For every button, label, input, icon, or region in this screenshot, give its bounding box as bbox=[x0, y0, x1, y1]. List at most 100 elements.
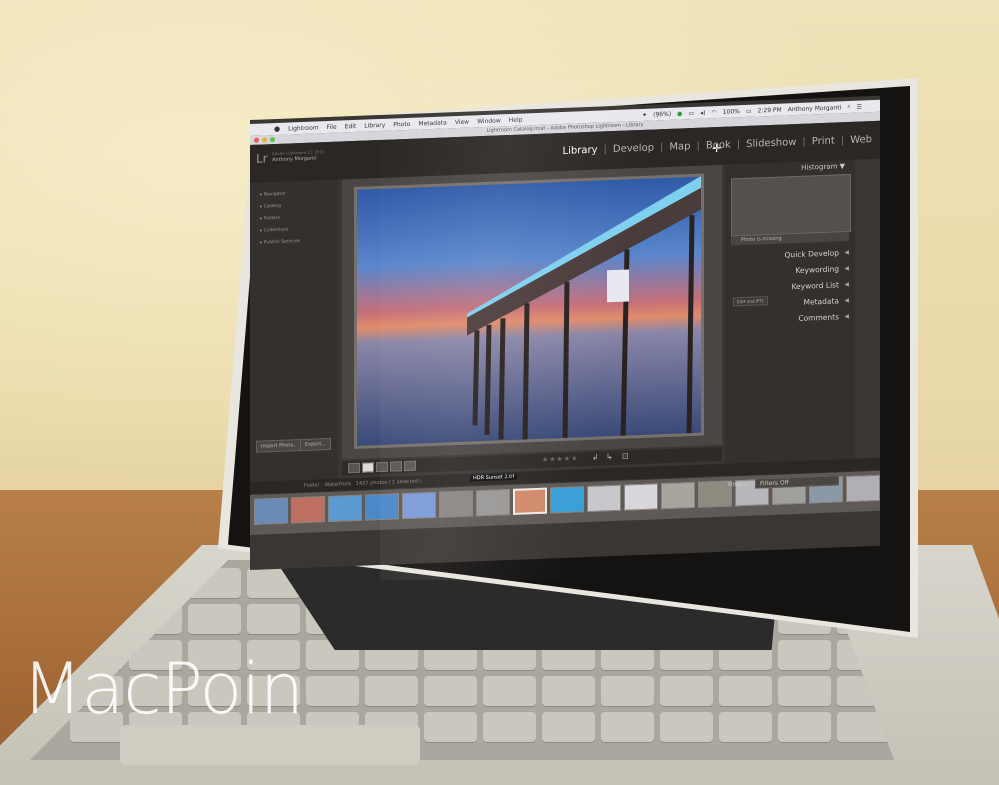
menu-help[interactable]: Help bbox=[509, 116, 523, 124]
panel-collections-label: Collections bbox=[263, 227, 289, 234]
keyboard-key bbox=[719, 676, 772, 706]
notification-icon[interactable]: ☰ bbox=[857, 103, 862, 110]
panel-navigator[interactable]: ▸ Navigator bbox=[260, 192, 286, 198]
keyboard-key bbox=[778, 712, 831, 742]
people-view-button[interactable] bbox=[404, 460, 416, 472]
filmstrip-thumbnail[interactable] bbox=[254, 497, 288, 525]
filmstrip-thumbnail[interactable] bbox=[365, 493, 399, 521]
apple-menu-icon[interactable]: ● bbox=[274, 125, 280, 133]
collapse-arrow-icon[interactable]: ◀ bbox=[844, 281, 849, 288]
panel-publish-services[interactable]: ▸ Publish Services bbox=[260, 239, 300, 246]
filmstrip-thumbnail-selected[interactable] bbox=[513, 487, 547, 515]
panel-metadata[interactable]: Metadata bbox=[803, 296, 839, 306]
rotate-right-icon[interactable]: ↳ bbox=[606, 452, 613, 461]
module-develop[interactable]: Develop bbox=[613, 142, 654, 155]
evernote-icon[interactable]: ● bbox=[677, 110, 682, 117]
filmstrip-source[interactable]: Folder : Waterfront 1437 photos / 1 sele… bbox=[304, 478, 421, 489]
keyboard-key bbox=[542, 676, 595, 706]
menu-library[interactable]: Library bbox=[364, 121, 385, 129]
menu-edit[interactable]: Edit bbox=[345, 122, 357, 129]
module-web[interactable]: Web bbox=[850, 134, 872, 146]
module-separator: | bbox=[603, 144, 607, 156]
collapse-arrow-icon[interactable]: ◀ bbox=[844, 265, 849, 272]
compare-view-button[interactable] bbox=[376, 461, 388, 473]
keyboard-key bbox=[542, 712, 595, 742]
volume-icon[interactable]: ◂) bbox=[700, 109, 705, 116]
filmstrip-thumbnail[interactable] bbox=[587, 484, 621, 513]
menu-window[interactable]: Window bbox=[477, 117, 501, 125]
histogram-display bbox=[731, 173, 851, 237]
keyboard-key bbox=[306, 676, 359, 706]
filmstrip-thumbnail[interactable] bbox=[624, 483, 658, 511]
selected-filename: HDR Sunset 2.tif bbox=[470, 473, 518, 482]
wifi-icon[interactable]: ◠ bbox=[711, 109, 716, 116]
panel-keywording[interactable]: Keywording bbox=[795, 264, 839, 275]
module-print[interactable]: Print bbox=[812, 136, 835, 148]
filmstrip-thumbnail[interactable] bbox=[291, 496, 325, 524]
main-photo[interactable] bbox=[354, 173, 704, 450]
collapse-arrow-icon[interactable]: ◀ bbox=[844, 313, 849, 320]
menu-app-name[interactable]: Lightroom bbox=[288, 124, 319, 132]
collapse-arrow-icon[interactable]: ◀ bbox=[844, 297, 849, 304]
grid-view-button[interactable] bbox=[348, 462, 360, 474]
collapse-arrow-icon[interactable]: ◀ bbox=[844, 249, 849, 256]
module-separator: | bbox=[840, 135, 845, 147]
panel-comments[interactable]: Comments bbox=[798, 312, 839, 323]
filmstrip-thumbnail[interactable] bbox=[846, 474, 880, 503]
rating-stars[interactable]: ★★★★★ bbox=[542, 454, 578, 463]
minimize-button[interactable] bbox=[262, 137, 267, 143]
keyboard-key bbox=[247, 604, 300, 634]
dropbox-icon[interactable]: ✦ bbox=[642, 111, 647, 118]
people-icon[interactable]: ⊡ bbox=[622, 451, 629, 460]
export-button[interactable]: Export... bbox=[300, 437, 332, 452]
filmstrip-thumbnail[interactable] bbox=[698, 480, 732, 508]
import-button[interactable]: Import Photo... bbox=[256, 438, 304, 453]
filmstrip-thumbnail[interactable] bbox=[439, 490, 473, 518]
loupe-view-button[interactable] bbox=[362, 462, 374, 473]
source-label: Folder : Waterfront bbox=[304, 481, 351, 489]
metadata-preset-select[interactable]: EXIF and IPTC bbox=[733, 296, 769, 307]
panel-navigator-label: Navigator bbox=[263, 191, 286, 198]
battery-icon[interactable]: ▭ bbox=[746, 107, 752, 114]
module-library[interactable]: Library bbox=[563, 145, 598, 157]
survey-view-button[interactable] bbox=[390, 461, 402, 472]
panel-folders[interactable]: ▸ Folders bbox=[260, 216, 280, 222]
filmstrip-thumbnail[interactable] bbox=[661, 481, 695, 510]
clock[interactable]: 2:29 PM bbox=[758, 106, 782, 114]
keyboard-key bbox=[483, 712, 536, 742]
keyboard-key bbox=[365, 676, 418, 706]
right-panel: Histogram ▼ Photo is missing Quick Devel… bbox=[725, 159, 855, 483]
module-separator: | bbox=[696, 140, 700, 152]
module-map[interactable]: Map bbox=[669, 141, 690, 153]
panel-collections[interactable]: ▸ Collections bbox=[260, 228, 288, 234]
histogram-title: Histogram bbox=[801, 162, 838, 172]
keyboard-key bbox=[424, 712, 477, 742]
pier-image bbox=[467, 176, 704, 446]
filmstrip-thumbnail[interactable] bbox=[550, 486, 584, 514]
menu-photo[interactable]: Photo bbox=[393, 120, 410, 128]
module-separator: | bbox=[802, 136, 806, 148]
menu-file[interactable]: File bbox=[327, 123, 337, 130]
user-name[interactable]: Anthony Morganti bbox=[788, 104, 842, 113]
menu-view[interactable]: View bbox=[455, 118, 469, 126]
panel-quick-develop[interactable]: Quick Develop bbox=[785, 248, 839, 259]
filmstrip-thumbnail[interactable] bbox=[476, 489, 510, 517]
histogram-header[interactable]: Histogram ▼ bbox=[801, 162, 845, 172]
zoom-button[interactable] bbox=[270, 137, 275, 143]
keyboard-key bbox=[660, 676, 713, 706]
loupe-view bbox=[342, 164, 722, 460]
module-separator: | bbox=[660, 142, 664, 154]
menu-metadata[interactable]: Metadata bbox=[418, 119, 446, 127]
filmstrip-thumbnail[interactable] bbox=[402, 491, 436, 520]
airplay-icon[interactable]: ▭ bbox=[688, 109, 694, 116]
panel-keyword-list[interactable]: Keyword List bbox=[791, 280, 839, 291]
photo-count: 1437 photos / 1 selected / bbox=[355, 478, 422, 487]
rotate-left-icon[interactable]: ↲ bbox=[592, 453, 599, 462]
close-button[interactable] bbox=[254, 137, 259, 143]
watermark: MacPoin bbox=[22, 648, 304, 730]
module-slideshow[interactable]: Slideshow bbox=[746, 137, 796, 150]
filmstrip-thumbnail[interactable] bbox=[328, 494, 362, 523]
search-icon[interactable]: ⌕ bbox=[847, 103, 850, 111]
panel-catalog[interactable]: ▸ Catalog bbox=[260, 204, 281, 210]
keyboard-key bbox=[188, 604, 241, 634]
